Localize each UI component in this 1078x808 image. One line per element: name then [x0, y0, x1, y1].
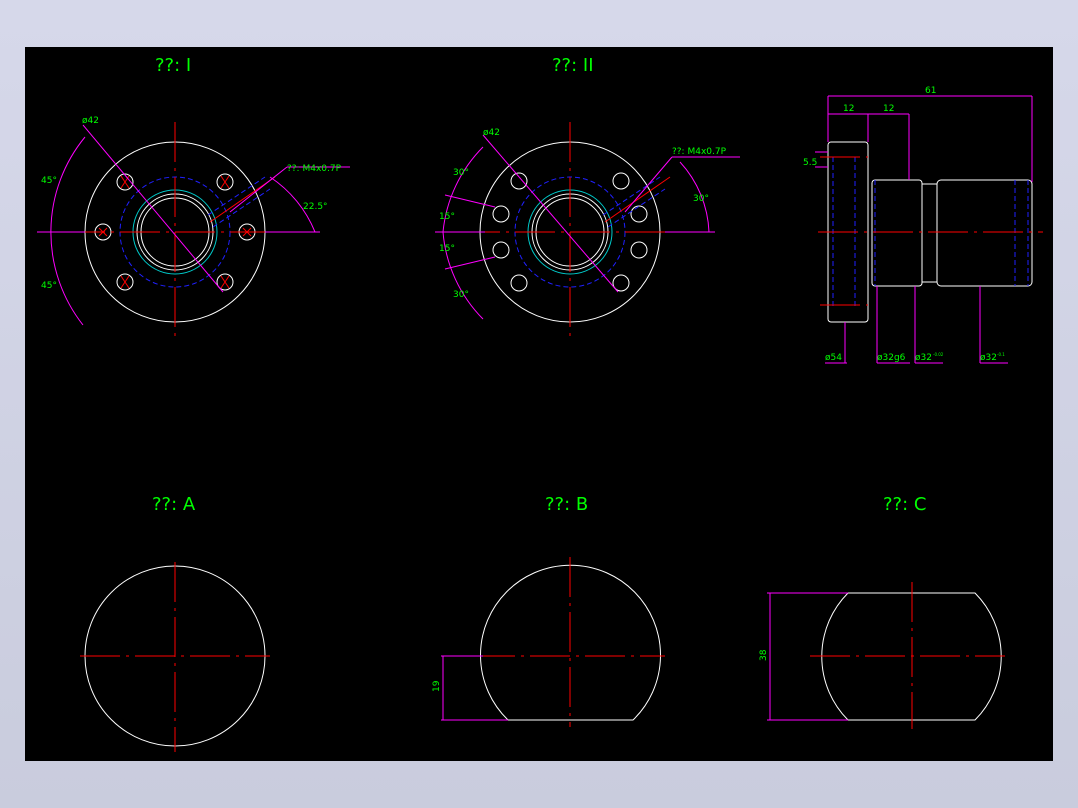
side-dia3: ø32 — [915, 353, 932, 363]
view-i-dia: ø42 — [82, 116, 99, 126]
side-dia1: ø54 — [825, 353, 842, 363]
view-c-dim: 38 — [759, 649, 769, 661]
view-a: ??: A — [80, 494, 270, 752]
view-i-angle-right: 22.5° — [303, 202, 328, 212]
side-dia2: ø32g6 — [877, 353, 906, 363]
view-ii-angle-c: 15° — [439, 244, 455, 254]
side-dia4-tol: -0.1 — [997, 352, 1005, 357]
view-c-title: ??: C — [883, 494, 926, 515]
view-ii-angle-a: 30° — [453, 168, 469, 178]
side-dia4: ø32 — [980, 353, 997, 363]
side-dia3-tol: -0.02 — [933, 352, 944, 357]
view-i-thread: ??: M4x0.7P — [287, 164, 342, 174]
cad-drawing-canvas[interactable]: .w { stroke:#ffffff; fill:none; stroke-w… — [25, 47, 1053, 761]
view-ii-title: ??: II — [552, 55, 594, 76]
view-ii-angle-right: 30° — [693, 194, 709, 204]
view-i: ??: I ø42 45° 45° ??: M4x0.7P 22.5° — [37, 55, 350, 342]
view-ii-angle-b: 15° — [439, 212, 455, 222]
side-d3: 5.5 — [803, 158, 817, 168]
view-i-title: ??: I — [155, 55, 191, 76]
view-ii: ??: II ø42 30° 15° 15° 30° ??: M4x0.7P 3… — [435, 55, 740, 342]
side-d2: 12 — [883, 104, 894, 114]
view-b-dim: 19 — [432, 680, 442, 692]
view-a-title: ??: A — [152, 494, 196, 515]
view-ii-thread: ??: M4x0.7P — [672, 147, 727, 157]
view-ii-angle-d: 30° — [453, 290, 469, 300]
side-view: 61 12 12 5.5 ø54 ø32g6 ø32 -0.02 ø32 -0.… — [803, 86, 1043, 364]
view-ii-dia: ø42 — [483, 128, 500, 138]
view-c: ??: C 38 — [759, 494, 1005, 729]
view-b: ??: B 19 — [432, 494, 665, 727]
side-total-dim: 61 — [925, 86, 936, 96]
view-i-angle-bottom: 45° — [41, 281, 57, 291]
side-d1: 12 — [843, 104, 854, 114]
view-b-title: ??: B — [545, 494, 588, 515]
view-i-angle-top: 45° — [41, 176, 57, 186]
drawing-svg: .w { stroke:#ffffff; fill:none; stroke-w… — [37, 55, 1043, 752]
